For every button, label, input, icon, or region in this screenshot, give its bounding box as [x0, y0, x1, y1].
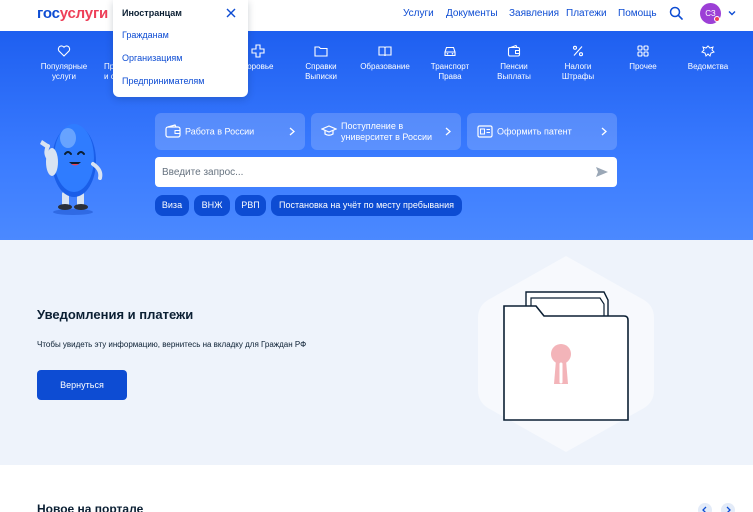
car-icon [444, 46, 456, 57]
chip-registration[interactable]: Постановка на учёт по месту пребывания [271, 195, 462, 216]
section-title: Уведомления и платежи [37, 307, 194, 322]
dropdown-item-organizations[interactable]: Организациям [122, 53, 182, 63]
category-pensions[interactable]: Пенсии Выплаты [484, 44, 544, 82]
folder-icon [314, 46, 328, 57]
audience-dropdown: Иностранцам Гражданам Организациям Предп… [113, 0, 248, 97]
graduation-cap-icon [321, 125, 337, 136]
next-button[interactable] [721, 503, 735, 512]
notifications-section: Уведомления и платежи Чтобы увидеть эту … [0, 240, 753, 465]
dropdown-item-entrepreneurs[interactable]: Предпринимателям [122, 76, 204, 86]
category-certificates[interactable]: Справки Выписки [291, 44, 351, 82]
category-taxes[interactable]: Налоги Штрафы [548, 44, 608, 82]
notification-dot [714, 16, 720, 22]
document-icon [477, 125, 493, 138]
category-partial[interactable]: Пр и с [92, 44, 115, 81]
logo[interactable]: госуслуги [37, 5, 108, 22]
category-popular[interactable]: Популярные услуги [34, 44, 94, 82]
grid-icon [637, 45, 649, 57]
chevron-right-icon [601, 127, 607, 136]
section-description: Чтобы увидеть эту информацию, вернитесь … [37, 340, 307, 349]
search-input[interactable] [162, 163, 582, 181]
category-agencies[interactable]: Ведомства [678, 44, 738, 72]
dropdown-item-citizens[interactable]: Гражданам [122, 30, 169, 40]
chip-temporary-residence[interactable]: РВП [235, 195, 266, 216]
close-icon[interactable] [225, 7, 237, 19]
chevron-right-icon [726, 506, 731, 512]
nav-payments[interactable]: Платежи [566, 8, 607, 19]
chip-residence-permit[interactable]: ВНЖ [194, 195, 230, 216]
dropdown-selected[interactable]: Иностранцам [122, 8, 182, 18]
news-title: Новое на портале [37, 502, 144, 512]
wallet-icon [507, 44, 521, 57]
book-icon [378, 46, 392, 57]
emblem-icon [701, 45, 715, 57]
prev-button[interactable] [698, 503, 712, 512]
nav-help[interactable]: Помощь [618, 8, 657, 19]
quick-link-work[interactable]: Работа в России [155, 113, 305, 150]
percent-icon [572, 45, 584, 57]
quick-link-university[interactable]: Поступление в университет в России [311, 113, 461, 150]
search-bar [155, 157, 617, 187]
chevron-right-icon [289, 127, 295, 136]
category-education[interactable]: Образование [355, 44, 415, 72]
locked-folder-illustration [478, 256, 654, 452]
chevron-left-icon [702, 506, 707, 512]
chevron-right-icon [445, 127, 451, 136]
quick-link-patent[interactable]: Оформить патент [467, 113, 617, 150]
chip-visa[interactable]: Виза [155, 195, 189, 216]
nav-services[interactable]: Услуги [403, 8, 434, 19]
category-other[interactable]: Прочее [613, 44, 673, 72]
search-icon[interactable] [669, 6, 683, 20]
nav-documents[interactable]: Документы [446, 8, 498, 19]
heart-icon [57, 45, 71, 57]
robot-mascot-illustration [40, 124, 103, 215]
category-transport[interactable]: Транспорт Права [420, 44, 480, 82]
return-button[interactable]: Вернуться [37, 370, 127, 400]
nav-applications[interactable]: Заявления [509, 8, 559, 19]
wallet-icon [165, 124, 181, 138]
chevron-down-icon[interactable] [728, 9, 736, 17]
send-icon[interactable] [595, 165, 609, 179]
health-cross-icon [251, 44, 265, 58]
